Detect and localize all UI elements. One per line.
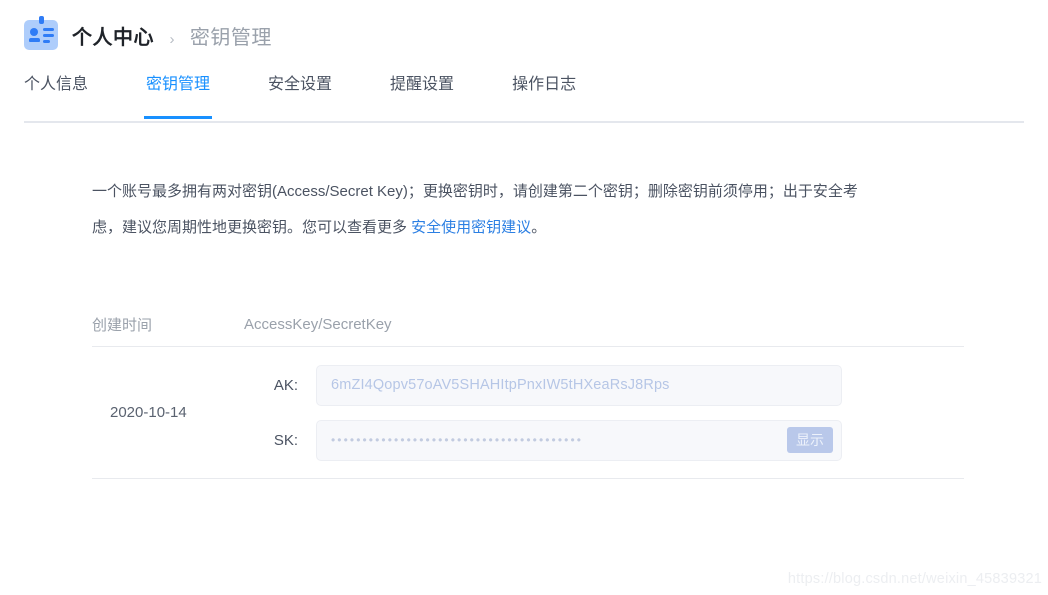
access-key-label: AK:	[273, 376, 298, 394]
secret-key-label: SK:	[273, 431, 298, 449]
table-header-row: 创建时间 AccessKey/SecretKey	[92, 302, 964, 347]
key-description-text-2: 。	[531, 219, 547, 236]
column-header-keys: AccessKey/SecretKey	[244, 315, 392, 333]
cell-keys: AK: 6mZI4Qopv57oAV5SHAHItpPnxIW5tHXeaRsJ…	[244, 364, 964, 461]
key-table: 创建时间 AccessKey/SecretKey 2020-10-14 AK: …	[92, 302, 964, 479]
breadcrumb: 个人中心 › 密钥管理	[72, 21, 272, 50]
cell-create-time: 2020-10-14	[110, 404, 187, 421]
table-row: 2020-10-14 AK: 6mZI4Qopv57oAV5SHAHItpPnx…	[92, 347, 964, 479]
badge-line-2	[43, 34, 54, 37]
tab-reminder-settings[interactable]: 提醒设置	[390, 74, 454, 112]
tab-bar-divider	[24, 121, 1024, 123]
badge-clip	[38, 16, 44, 24]
secret-key-value: ••••••••••••••••••••••••••••••••••••••••	[331, 433, 584, 447]
id-badge-icon	[24, 16, 58, 50]
page-header: 个人中心 › 密钥管理	[0, 0, 1048, 50]
show-secret-key-button[interactable]: 显示	[787, 427, 833, 453]
access-key-field[interactable]: 6mZI4Qopv57oAV5SHAHItpPnxIW5tHXeaRsJ8Rps	[316, 364, 842, 406]
tab-personal-info[interactable]: 个人信息	[24, 74, 88, 112]
badge-line-3	[43, 40, 50, 43]
secret-key-field[interactable]: ••••••••••••••••••••••••••••••••••••••••…	[316, 419, 842, 461]
tab-bar: 个人信息 密钥管理 安全设置 提醒设置 操作日志	[0, 74, 1048, 123]
tab-security-settings[interactable]: 安全设置	[268, 74, 332, 112]
chevron-right-icon: ›	[169, 30, 175, 48]
security-advice-link[interactable]: 安全使用密钥建议	[411, 219, 531, 236]
tab-list: 个人信息 密钥管理 安全设置 提醒设置 操作日志	[24, 74, 1048, 122]
key-description: 一个账号最多拥有两对密钥(Access/Secret Key)；更换密钥时，请创…	[92, 174, 882, 246]
badge-avatar-head	[30, 28, 38, 36]
secret-key-line: SK: ••••••••••••••••••••••••••••••••••••…	[244, 419, 964, 461]
badge-avatar-body	[28, 38, 40, 42]
breadcrumb-current: 密钥管理	[189, 26, 272, 49]
badge-line-1	[43, 28, 54, 31]
access-key-value: 6mZI4Qopv57oAV5SHAHItpPnxIW5tHXeaRsJ8Rps	[331, 377, 670, 393]
column-header-create-time: 创建时间	[92, 316, 153, 334]
breadcrumb-root[interactable]: 个人中心	[72, 27, 154, 49]
access-key-line: AK: 6mZI4Qopv57oAV5SHAHItpPnxIW5tHXeaRsJ…	[244, 364, 964, 406]
tab-key-management[interactable]: 密钥管理	[144, 74, 213, 119]
tab-operation-log[interactable]: 操作日志	[512, 74, 576, 112]
watermark: https://blog.csdn.net/weixin_45839321	[787, 571, 1042, 587]
